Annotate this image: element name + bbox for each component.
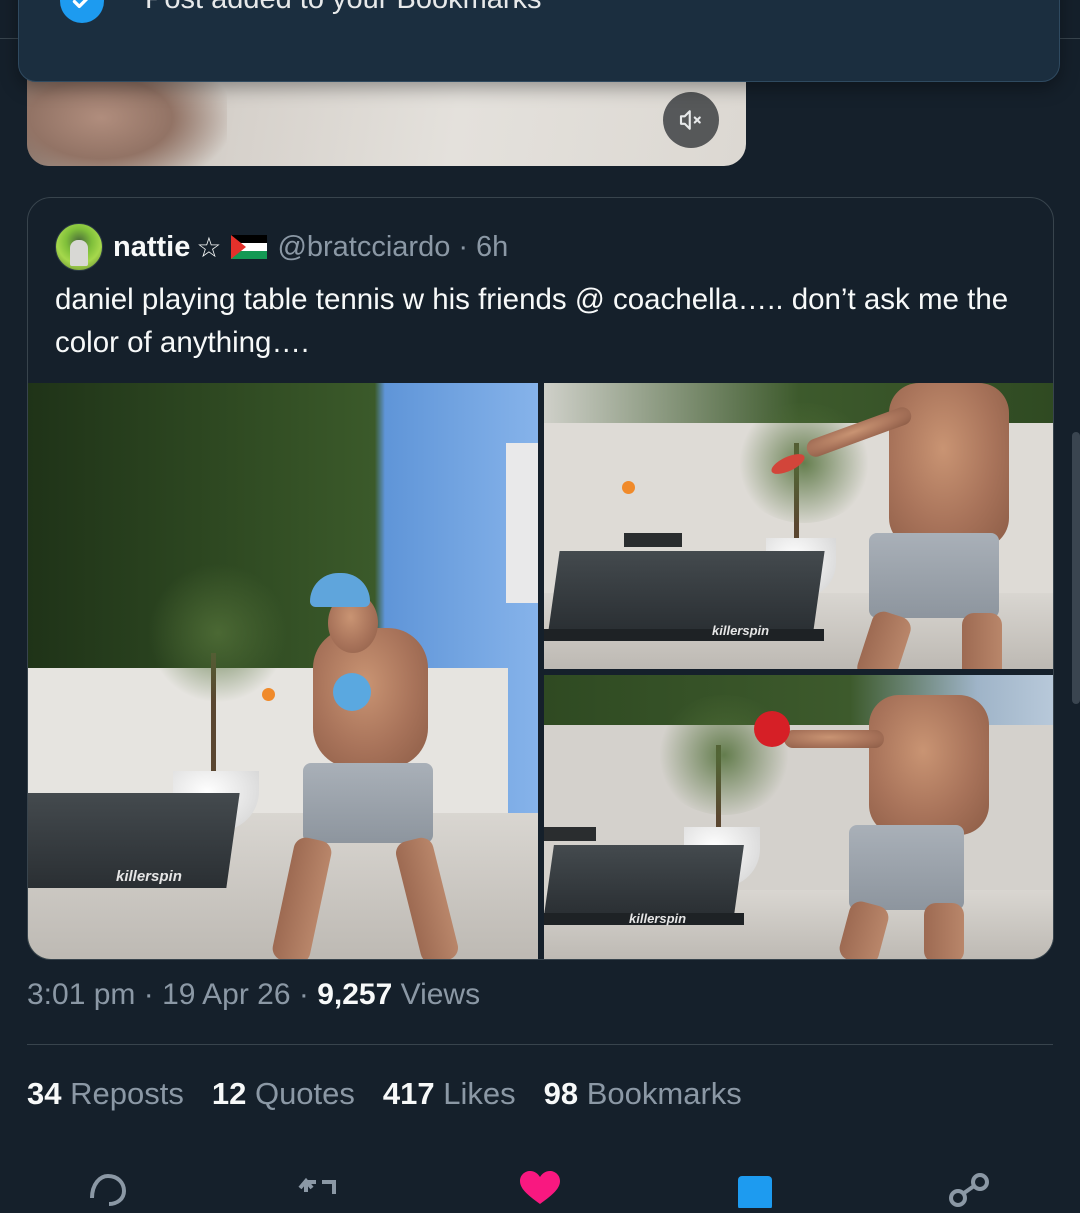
action-bar bbox=[0, 1168, 1080, 1210]
views-label: Views bbox=[392, 978, 481, 1011]
photo-table-edge bbox=[544, 629, 824, 641]
meta-separator: · bbox=[290, 978, 318, 1011]
bookmark-toast: Post added to your Bookmarks bbox=[18, 0, 1060, 82]
author-name-star: ☆ bbox=[196, 231, 222, 263]
volume-muted-icon bbox=[679, 110, 701, 130]
brand-label: killerspin bbox=[712, 623, 770, 638]
photo-table bbox=[544, 845, 744, 915]
stat-likes[interactable]: 417 Likes bbox=[383, 1076, 516, 1112]
heart-icon bbox=[520, 1171, 560, 1204]
photo-shorts bbox=[869, 533, 999, 618]
photo-1[interactable]: killerspin bbox=[28, 383, 538, 959]
stats-divider bbox=[27, 1044, 1053, 1045]
photo-arm bbox=[784, 730, 884, 748]
photo-person bbox=[869, 695, 989, 835]
quoted-post[interactable]: nattie ☆ @bratcciardo · 6h daniel playin… bbox=[27, 197, 1054, 960]
brand-label: killerspin bbox=[629, 911, 687, 926]
photo-box bbox=[544, 827, 596, 841]
reply-icon bbox=[90, 1173, 127, 1206]
post-meta: 3:01 pm · 19 Apr 26 · 9,257 Views bbox=[27, 978, 480, 1012]
stat-count: 98 bbox=[543, 1076, 579, 1111]
photo-2[interactable]: killerspin bbox=[544, 383, 1053, 669]
bookmark-button[interactable] bbox=[732, 1168, 780, 1210]
share-button[interactable] bbox=[946, 1168, 994, 1208]
photo-paddle bbox=[333, 673, 371, 711]
stat-count: 34 bbox=[27, 1076, 62, 1111]
photo-leg bbox=[962, 613, 1002, 669]
engagement-stats: 34 Reposts 12 Quotes 417 Likes 98 Bookma… bbox=[27, 1076, 742, 1112]
reply-button[interactable] bbox=[84, 1168, 132, 1208]
photo-tree-foliage bbox=[148, 563, 288, 703]
photo-ball bbox=[262, 688, 275, 701]
quoted-post-header: nattie ☆ @bratcciardo · 6h bbox=[55, 223, 508, 271]
video-frame bbox=[27, 70, 227, 166]
stat-label: Quotes bbox=[254, 1076, 355, 1111]
stat-label: Bookmarks bbox=[586, 1076, 742, 1111]
views-count: 9,257 bbox=[317, 978, 393, 1011]
photo-shorts bbox=[849, 825, 964, 910]
meta-separator: · bbox=[135, 978, 163, 1011]
share-icon bbox=[949, 1173, 989, 1207]
author-handle[interactable]: @bratcciardo bbox=[277, 231, 450, 264]
photo-cap bbox=[310, 573, 370, 607]
photo-ball bbox=[622, 481, 635, 494]
author-name[interactable]: nattie bbox=[113, 231, 190, 264]
photo-leg bbox=[924, 903, 964, 959]
scrollbar[interactable] bbox=[1072, 432, 1080, 704]
stat-reposts[interactable]: 34 Reposts bbox=[27, 1076, 184, 1112]
post-date[interactable]: 19 Apr 26 bbox=[162, 978, 290, 1011]
photo-3[interactable]: killerspin bbox=[544, 675, 1053, 959]
photo-building bbox=[506, 443, 538, 603]
stat-count: 417 bbox=[382, 1076, 435, 1111]
photo-tree-foliage bbox=[734, 403, 874, 523]
like-button[interactable] bbox=[516, 1168, 564, 1208]
stat-quotes[interactable]: 12 Quotes bbox=[212, 1076, 355, 1112]
photo-paddle bbox=[754, 711, 790, 747]
bookmark-icon bbox=[738, 1176, 772, 1210]
photo-box bbox=[624, 533, 682, 547]
stat-label: Likes bbox=[443, 1076, 516, 1111]
dot-separator: · bbox=[458, 230, 469, 263]
mute-button[interactable] bbox=[663, 92, 719, 148]
photo-table bbox=[548, 551, 825, 631]
brand-label: killerspin bbox=[116, 868, 182, 885]
check-circle-icon bbox=[60, 0, 104, 23]
photo-person bbox=[313, 628, 428, 768]
post-time-ago[interactable]: 6h bbox=[476, 231, 508, 264]
stat-count: 12 bbox=[211, 1076, 247, 1111]
stat-label: Reposts bbox=[70, 1076, 184, 1111]
photo-shorts bbox=[303, 763, 433, 843]
stat-bookmarks[interactable]: 98 Bookmarks bbox=[544, 1076, 742, 1112]
toast-message: Post added to your Bookmarks bbox=[145, 0, 542, 17]
repost-icon bbox=[298, 1177, 336, 1194]
quoted-post-text: daniel playing table tennis w his friend… bbox=[55, 283, 1009, 359]
avatar[interactable] bbox=[55, 223, 103, 271]
repost-button[interactable] bbox=[296, 1168, 344, 1208]
palestine-flag-icon bbox=[231, 235, 268, 259]
post-time[interactable]: 3:01 pm bbox=[27, 978, 135, 1011]
